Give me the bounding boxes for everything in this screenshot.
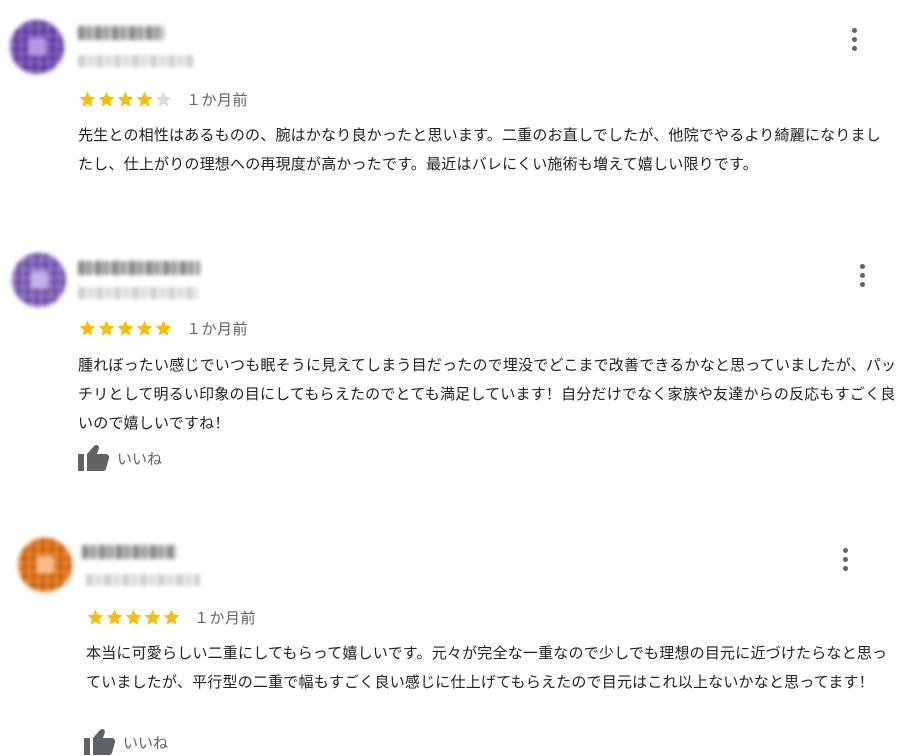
- like-label: いいね: [123, 733, 169, 752]
- star-filled-icon: [117, 91, 134, 107]
- thumbs-up-icon: [84, 728, 116, 755]
- review-time: １か月前: [194, 608, 257, 627]
- reviewer-meta-redacted: [86, 574, 200, 586]
- star-rating: [78, 319, 173, 338]
- rating-row: １か月前: [86, 606, 256, 628]
- star-filled-icon: [136, 320, 153, 336]
- reviewer-name-redacted[interactable]: [78, 261, 200, 275]
- star-rating: [86, 608, 181, 627]
- avatar[interactable]: [12, 253, 66, 307]
- star-filled-icon: [144, 609, 161, 625]
- review-text: 本当に可愛らしい二重にしてもらって嬉しいです。元々が完全な一重なので少しでも理想…: [86, 644, 888, 691]
- star-filled-icon: [106, 609, 123, 625]
- star-filled-icon: [125, 609, 142, 625]
- star-filled-icon: [117, 320, 134, 336]
- rating-row: １か月前: [78, 88, 248, 110]
- like-button[interactable]: いいね: [78, 444, 162, 472]
- like-button[interactable]: いいね: [84, 728, 168, 756]
- star-filled-icon: [79, 320, 96, 336]
- star-filled-icon: [98, 320, 115, 336]
- more-options-button[interactable]: [842, 24, 866, 54]
- like-label: いいね: [117, 449, 163, 468]
- star-filled-icon: [98, 91, 115, 107]
- star-filled-icon: [155, 320, 172, 336]
- more-options-button[interactable]: [833, 544, 857, 574]
- review-text: 腫れぼったい感じでいつも眠そうに見えてしまう目だったので埋没でどこまで改善できる…: [78, 356, 897, 432]
- rating-row: １か月前: [78, 317, 248, 339]
- star-filled-icon: [79, 91, 96, 107]
- avatar[interactable]: [10, 20, 64, 74]
- star-empty-icon: [155, 91, 172, 107]
- star-filled-icon: [163, 609, 180, 625]
- reviewer-name-redacted[interactable]: [82, 545, 176, 559]
- avatar[interactable]: [18, 538, 72, 592]
- reviewer-meta-redacted: [78, 287, 198, 299]
- review-time: １か月前: [186, 319, 249, 338]
- review-time: １か月前: [186, 90, 249, 109]
- star-filled-icon: [136, 91, 153, 107]
- review-text: 先生との相性はあるものの、腕はかなり良かったと思います。二重のお直しでしたが、他…: [78, 126, 881, 173]
- star-rating: [78, 90, 173, 109]
- reviewer-meta-redacted: [78, 55, 194, 67]
- star-filled-icon: [87, 609, 104, 625]
- thumbs-up-icon: [78, 444, 110, 471]
- reviewer-name-redacted[interactable]: [78, 26, 164, 40]
- more-options-button[interactable]: [850, 260, 874, 290]
